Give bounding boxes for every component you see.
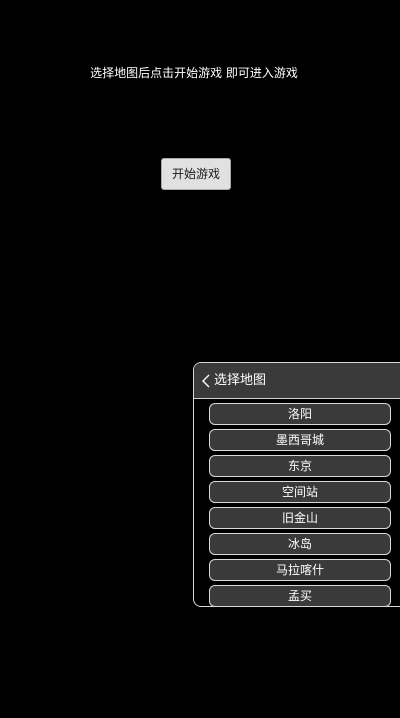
panel-header: 选择地图 bbox=[194, 363, 400, 399]
start-game-button[interactable]: 开始游戏 bbox=[161, 158, 231, 190]
map-item-luoyang[interactable]: 洛阳 bbox=[209, 403, 391, 425]
map-item-marrakesh[interactable]: 马拉喀什 bbox=[209, 559, 391, 581]
map-item-tokyo[interactable]: 东京 bbox=[209, 455, 391, 477]
map-item-space-station[interactable]: 空间站 bbox=[209, 481, 391, 503]
map-item-mumbai[interactable]: 孟买 bbox=[209, 585, 391, 606]
map-item-iceland[interactable]: 冰岛 bbox=[209, 533, 391, 555]
map-item-mexico-city[interactable]: 墨西哥城 bbox=[209, 429, 391, 451]
map-list: 洛阳 墨西哥城 东京 空间站 旧金山 冰岛 马拉喀什 孟买 bbox=[209, 403, 391, 606]
map-item-san-francisco[interactable]: 旧金山 bbox=[209, 507, 391, 529]
map-select-panel: 选择地图 洛阳 墨西哥城 东京 空间站 旧金山 冰岛 马拉喀什 孟买 bbox=[193, 362, 400, 607]
panel-title: 选择地图 bbox=[214, 373, 267, 388]
instruction-text: 选择地图后点击开始游戏 即可进入游戏 bbox=[90, 66, 298, 80]
chevron-left-icon[interactable] bbox=[200, 373, 214, 389]
